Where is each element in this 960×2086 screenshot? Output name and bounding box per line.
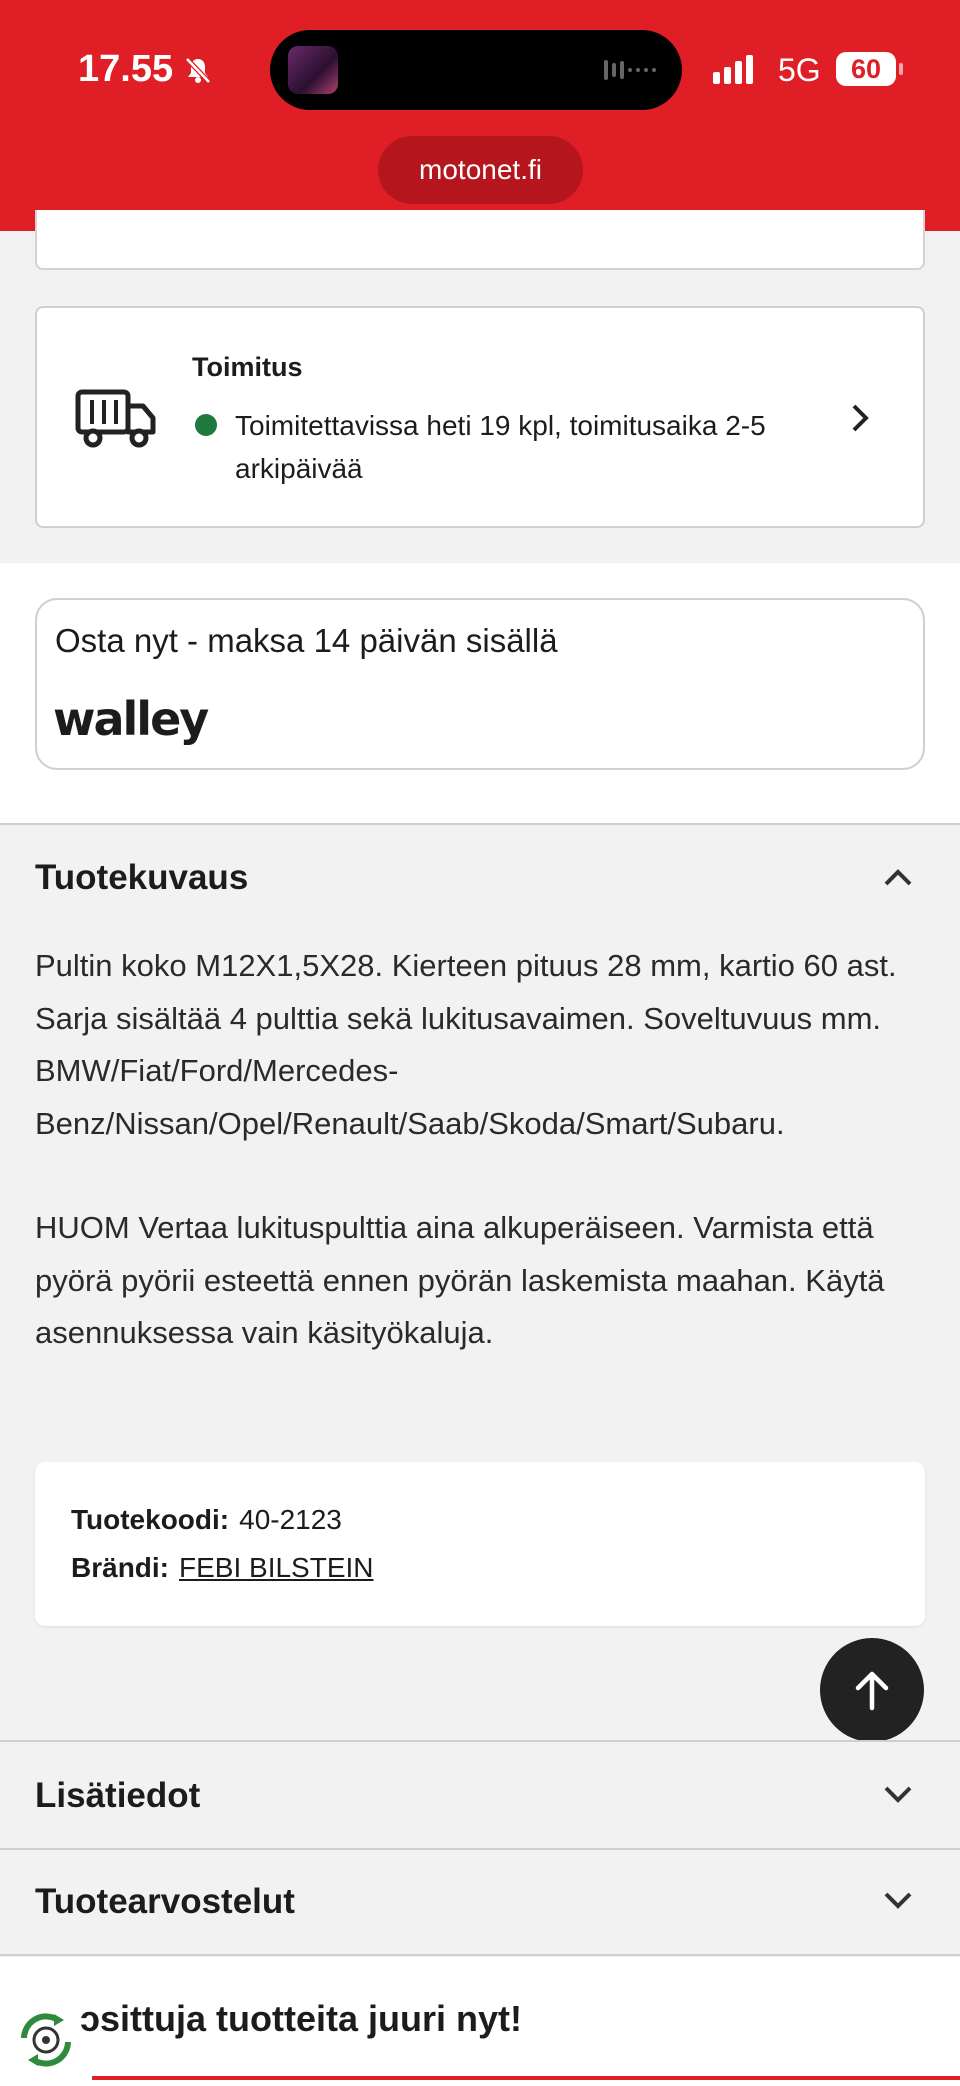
- chevron-right-icon[interactable]: [845, 400, 875, 436]
- url-bar[interactable]: motonet.fi: [378, 136, 583, 204]
- chevron-down-icon[interactable]: [882, 1890, 914, 1912]
- delivery-title: Toimitus: [192, 352, 303, 382]
- network-label: 5G: [778, 52, 821, 88]
- scroll-to-top-button[interactable]: [820, 1638, 924, 1742]
- walley-title: Osta nyt - maksa 14 päivän sisällä: [55, 622, 558, 659]
- url-text: motonet.fi: [419, 154, 542, 185]
- walley-payment-card[interactable]: Osta nyt - maksa 14 päivän sisällä walle…: [35, 598, 925, 770]
- recycle-wheel-icon[interactable]: [14, 2008, 78, 2072]
- time-text: 17.55: [78, 48, 174, 90]
- availability-status-dot: [195, 414, 217, 436]
- arrow-up-icon: [855, 1671, 889, 1711]
- section-divider: [0, 823, 960, 825]
- audio-wave-icon: [604, 60, 656, 80]
- signal-icon: [713, 54, 753, 84]
- section-divider: [0, 1954, 960, 1956]
- battery-icon: 60: [836, 52, 903, 86]
- promo-underline: [92, 2076, 960, 2080]
- brand-label: Brändi:: [71, 1552, 169, 1583]
- product-code-value: 40-2123: [239, 1504, 342, 1535]
- battery-level: 60: [850, 53, 882, 84]
- previous-card: [35, 210, 925, 270]
- more-info-heading[interactable]: Lisätiedot: [35, 1776, 200, 1816]
- bell-off-icon: [185, 56, 211, 84]
- status-time: 17.55: [78, 48, 213, 91]
- status-bar: 17.55 5G 60 motonet.fi: [0, 0, 960, 231]
- delivery-status-text: Toimitettavissa heti 19 kpl, toimitusaik…: [235, 410, 766, 484]
- description-heading[interactable]: Tuotekuvaus: [35, 858, 248, 898]
- description-paragraph: HUOM Vertaa lukituspulttia aina alkuperä…: [35, 1210, 885, 1350]
- reviews-heading[interactable]: Tuotearvostelut: [35, 1882, 295, 1922]
- truck-icon: [75, 389, 156, 448]
- section-divider: [0, 1740, 960, 1742]
- brand-row: Brändi: FEBI BILSTEIN: [71, 1552, 374, 1584]
- product-code-label: Tuotekoodi:: [71, 1504, 230, 1535]
- promo-heading: ɔsittuja tuotteita juuri nyt!: [80, 1998, 523, 2039]
- product-code-row: Tuotekoodi: 40-2123: [71, 1504, 342, 1536]
- section-divider: [0, 1848, 960, 1850]
- brand-link[interactable]: FEBI BILSTEIN: [179, 1552, 374, 1583]
- dynamic-island: [270, 30, 682, 110]
- chevron-up-icon[interactable]: [882, 866, 914, 888]
- chevron-down-icon[interactable]: [882, 1784, 914, 1806]
- product-info-card: Tuotekoodi: 40-2123 Brändi: FEBI BILSTEIN: [35, 1462, 925, 1626]
- walley-logo: walley: [53, 692, 209, 746]
- album-art-icon: [288, 46, 338, 94]
- description-paragraph: Pultin koko M12X1,5X28. Kierteen pituus …: [35, 948, 897, 1141]
- description-body: Pultin koko M12X1,5X28. Kierteen pituus …: [35, 940, 915, 1412]
- delivery-card[interactable]: Toimitus Toimitettavissa heti 19 kpl, to…: [35, 306, 925, 528]
